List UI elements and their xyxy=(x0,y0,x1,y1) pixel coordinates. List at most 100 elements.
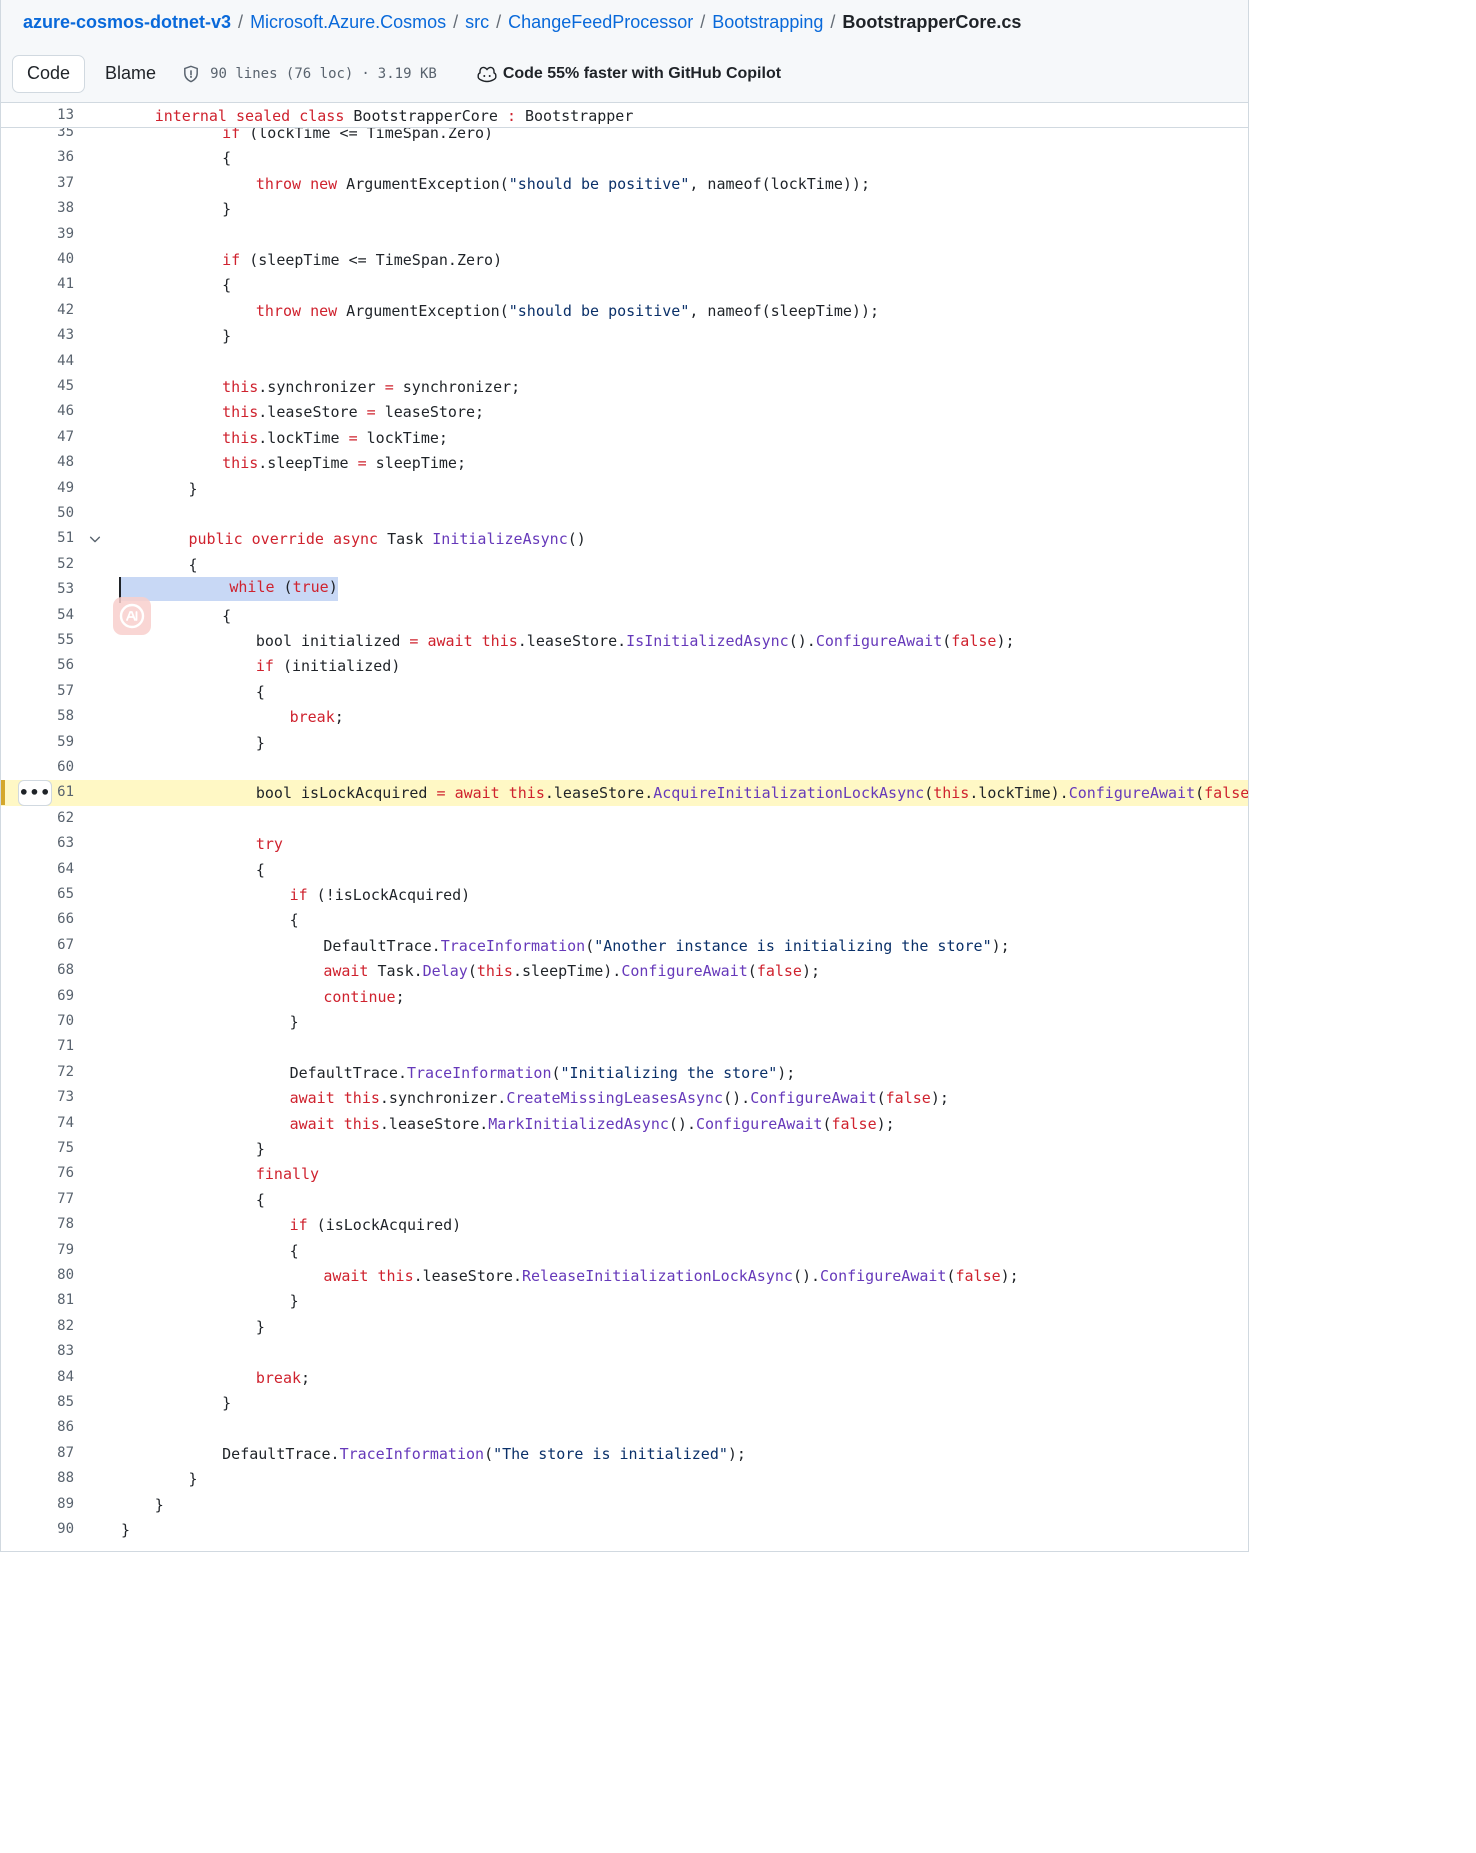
line-number[interactable]: 13 xyxy=(1,107,74,123)
line-number[interactable]: 69 xyxy=(1,988,74,1004)
line-number[interactable]: 74 xyxy=(1,1115,74,1131)
code-line[interactable]: 85} xyxy=(1,1390,1248,1415)
code-line[interactable]: 58 break; xyxy=(1,704,1248,729)
line-number[interactable]: 42 xyxy=(1,302,74,318)
code-line[interactable]: 48 this.sleepTime = sleepTime; xyxy=(1,450,1248,475)
line-number[interactable]: 66 xyxy=(1,911,74,927)
code-line[interactable]: 45 this.synchronizer = synchronizer; xyxy=(1,374,1248,399)
code-line[interactable]: 44 xyxy=(1,349,1248,374)
code-line[interactable]: 76 finally xyxy=(1,1161,1248,1186)
code-line[interactable]: 37 throw new ArgumentException("should be… xyxy=(1,171,1248,196)
line-number[interactable]: 77 xyxy=(1,1191,74,1207)
line-number[interactable]: 57 xyxy=(1,683,74,699)
copilot-promo-link[interactable]: Code 55% faster with GitHub Copilot xyxy=(477,65,781,83)
breadcrumb-repo-link[interactable]: azure-cosmos-dotnet-v3 xyxy=(23,12,231,33)
line-number[interactable]: 37 xyxy=(1,175,74,191)
code-line[interactable]: 57 { xyxy=(1,679,1248,704)
code-line[interactable]: 38} xyxy=(1,196,1248,221)
code-line[interactable]: 66 { xyxy=(1,907,1248,932)
code-line[interactable]: 79 { xyxy=(1,1238,1248,1263)
code-line[interactable]: 78 if (isLockAcquired) xyxy=(1,1212,1248,1237)
line-number[interactable]: 38 xyxy=(1,200,74,216)
code-line[interactable]: 88} xyxy=(1,1466,1248,1491)
line-number[interactable]: 47 xyxy=(1,429,74,445)
code-line[interactable]: 54 { xyxy=(1,603,1248,628)
code-line[interactable]: 41 { xyxy=(1,272,1248,297)
breadcrumb-link[interactable]: ChangeFeedProcessor xyxy=(508,12,693,33)
code-line[interactable]: 43} xyxy=(1,323,1248,348)
blame-tab[interactable]: Blame xyxy=(91,55,170,93)
line-number[interactable]: 70 xyxy=(1,1013,74,1029)
code-line[interactable]: 69 continue; xyxy=(1,984,1248,1009)
line-number[interactable]: 52 xyxy=(1,556,74,572)
chevron-down-icon[interactable] xyxy=(87,531,103,547)
code-line[interactable]: 46 this.leaseStore = leaseStore; xyxy=(1,399,1248,424)
line-number[interactable]: 58 xyxy=(1,708,74,724)
code-line[interactable]: 47 this.lockTime = lockTime; xyxy=(1,425,1248,450)
code-line[interactable]: 55 bool initialized = await this.leaseSto… xyxy=(1,628,1248,653)
code-tab[interactable]: Code xyxy=(12,54,86,93)
line-number[interactable]: 86 xyxy=(1,1419,74,1435)
code-line[interactable]: 75} xyxy=(1,1136,1248,1161)
code-line[interactable]: 49} xyxy=(1,476,1248,501)
line-number[interactable]: 87 xyxy=(1,1445,74,1461)
line-number[interactable]: 79 xyxy=(1,1242,74,1258)
line-number[interactable]: 83 xyxy=(1,1343,74,1359)
code-line[interactable]: 84 break; xyxy=(1,1365,1248,1390)
line-number[interactable]: 80 xyxy=(1,1267,74,1283)
line-number[interactable]: 60 xyxy=(1,759,74,775)
code-line[interactable]: 90} xyxy=(1,1517,1248,1542)
code-line[interactable]: 60 xyxy=(1,755,1248,780)
code-line[interactable]: 53 while (true) xyxy=(1,577,1248,604)
line-number[interactable]: 48 xyxy=(1,454,74,470)
line-number[interactable]: 67 xyxy=(1,937,74,953)
line-number[interactable]: 44 xyxy=(1,353,74,369)
line-number[interactable]: 46 xyxy=(1,403,74,419)
code-line[interactable]: 83 xyxy=(1,1339,1248,1364)
line-number[interactable]: 85 xyxy=(1,1394,74,1410)
line-number[interactable]: 68 xyxy=(1,962,74,978)
code-line[interactable]: 77 { xyxy=(1,1187,1248,1212)
line-number[interactable]: 75 xyxy=(1,1140,74,1156)
line-number[interactable]: 59 xyxy=(1,734,74,750)
line-number[interactable]: 84 xyxy=(1,1369,74,1385)
code-line[interactable]: 59} xyxy=(1,730,1248,755)
code-line[interactable]: 80 await this.leaseStore.ReleaseInitializ… xyxy=(1,1263,1248,1288)
breadcrumb-link[interactable]: src xyxy=(465,12,489,33)
code-line[interactable]: 39 xyxy=(1,222,1248,247)
shield-icon[interactable] xyxy=(182,65,200,83)
line-number[interactable]: 78 xyxy=(1,1216,74,1232)
code-line[interactable]: 51 public override async Task InitializeA… xyxy=(1,526,1248,551)
line-number[interactable]: 54 xyxy=(1,607,74,623)
code-line[interactable]: 82} xyxy=(1,1314,1248,1339)
code-line[interactable]: 87 DefaultTrace.TraceInformation("The sto… xyxy=(1,1441,1248,1466)
code-line[interactable]: 40 if (sleepTime <= TimeSpan.Zero) xyxy=(1,247,1248,272)
code-line[interactable]: 56 if (initialized) xyxy=(1,653,1248,678)
code-line[interactable]: 62 xyxy=(1,806,1248,831)
code-line[interactable]: 52 { xyxy=(1,552,1248,577)
code-line[interactable]: 74 await this.leaseStore.MarkInitializedA… xyxy=(1,1111,1248,1136)
line-number[interactable]: 50 xyxy=(1,505,74,521)
code-line[interactable]: 68 await Task.Delay(this.sleepTime).Confi… xyxy=(1,958,1248,983)
code-line[interactable]: 67 DefaultTrace.TraceInformation("Another… xyxy=(1,933,1248,958)
code-line[interactable]: 71 xyxy=(1,1034,1248,1059)
line-number[interactable]: 65 xyxy=(1,886,74,902)
code-line[interactable]: 65 if (!isLockAcquired) xyxy=(1,882,1248,907)
code-line[interactable]: 36{ xyxy=(1,145,1248,170)
code-line[interactable]: 70} xyxy=(1,1009,1248,1034)
line-number[interactable]: 88 xyxy=(1,1470,74,1486)
line-number[interactable]: 39 xyxy=(1,226,74,242)
code-line[interactable]: 42 throw new ArgumentException("should be… xyxy=(1,298,1248,323)
code-line[interactable]: 61 bool isLockAcquired = await this.lease… xyxy=(1,780,1248,807)
line-number[interactable]: 81 xyxy=(1,1292,74,1308)
breadcrumb-link[interactable]: Microsoft.Azure.Cosmos xyxy=(250,12,446,33)
line-number[interactable]: 55 xyxy=(1,632,74,648)
sticky-header-line[interactable]: 13 internal sealed class BootstrapperCor… xyxy=(1,103,1248,129)
line-number[interactable]: 76 xyxy=(1,1165,74,1181)
code-line[interactable]: 73 await this.synchronizer.CreateMissingL… xyxy=(1,1085,1248,1110)
line-number[interactable]: 72 xyxy=(1,1064,74,1080)
line-number[interactable]: 63 xyxy=(1,835,74,851)
line-number[interactable]: 64 xyxy=(1,861,74,877)
line-number[interactable]: 51 xyxy=(1,530,74,546)
code-lines[interactable]: 35 if (lockTime <= TimeSpan.Zero) 36{37 thr… xyxy=(1,103,1248,1551)
